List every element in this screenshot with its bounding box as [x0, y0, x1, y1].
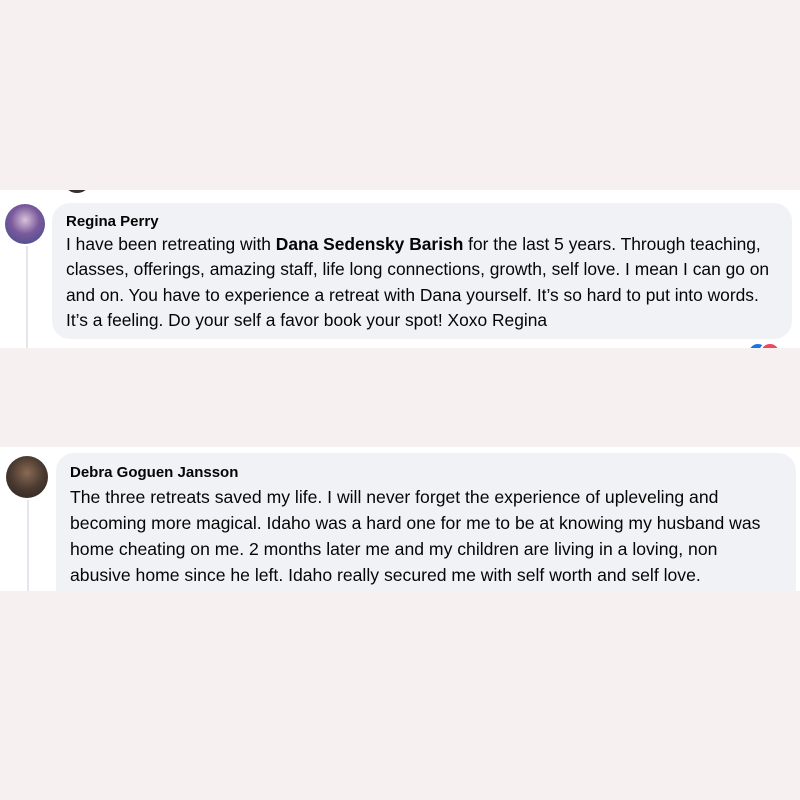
comment-text-start: I have been retreating with [66, 234, 276, 254]
comment-bubble: Debra Goguen Jansson The three retreats … [56, 453, 796, 591]
comment-text: The three retreats saved my life. I will… [70, 487, 761, 585]
thread-line [27, 500, 29, 591]
comment-panel-1: Regina Perry I have been retreating with… [0, 190, 800, 348]
avatar[interactable] [6, 456, 48, 498]
comment-bubble: Regina Perry I have been retreating with… [52, 203, 792, 339]
reactions-summary[interactable] [747, 342, 787, 348]
comment-panel-2: Debra Goguen Jansson The three retreats … [0, 447, 800, 591]
previous-comment-avatar[interactable] [66, 190, 88, 193]
mention-link[interactable]: Dana Sedensky Barish [276, 234, 464, 254]
comment-author[interactable]: Regina Perry [66, 213, 778, 230]
comment-text: I have been retreating with Dana Sedensk… [66, 232, 778, 333]
comment-author[interactable]: Debra Goguen Jansson [70, 464, 782, 481]
avatar[interactable] [5, 204, 45, 244]
thread-line [26, 246, 28, 348]
